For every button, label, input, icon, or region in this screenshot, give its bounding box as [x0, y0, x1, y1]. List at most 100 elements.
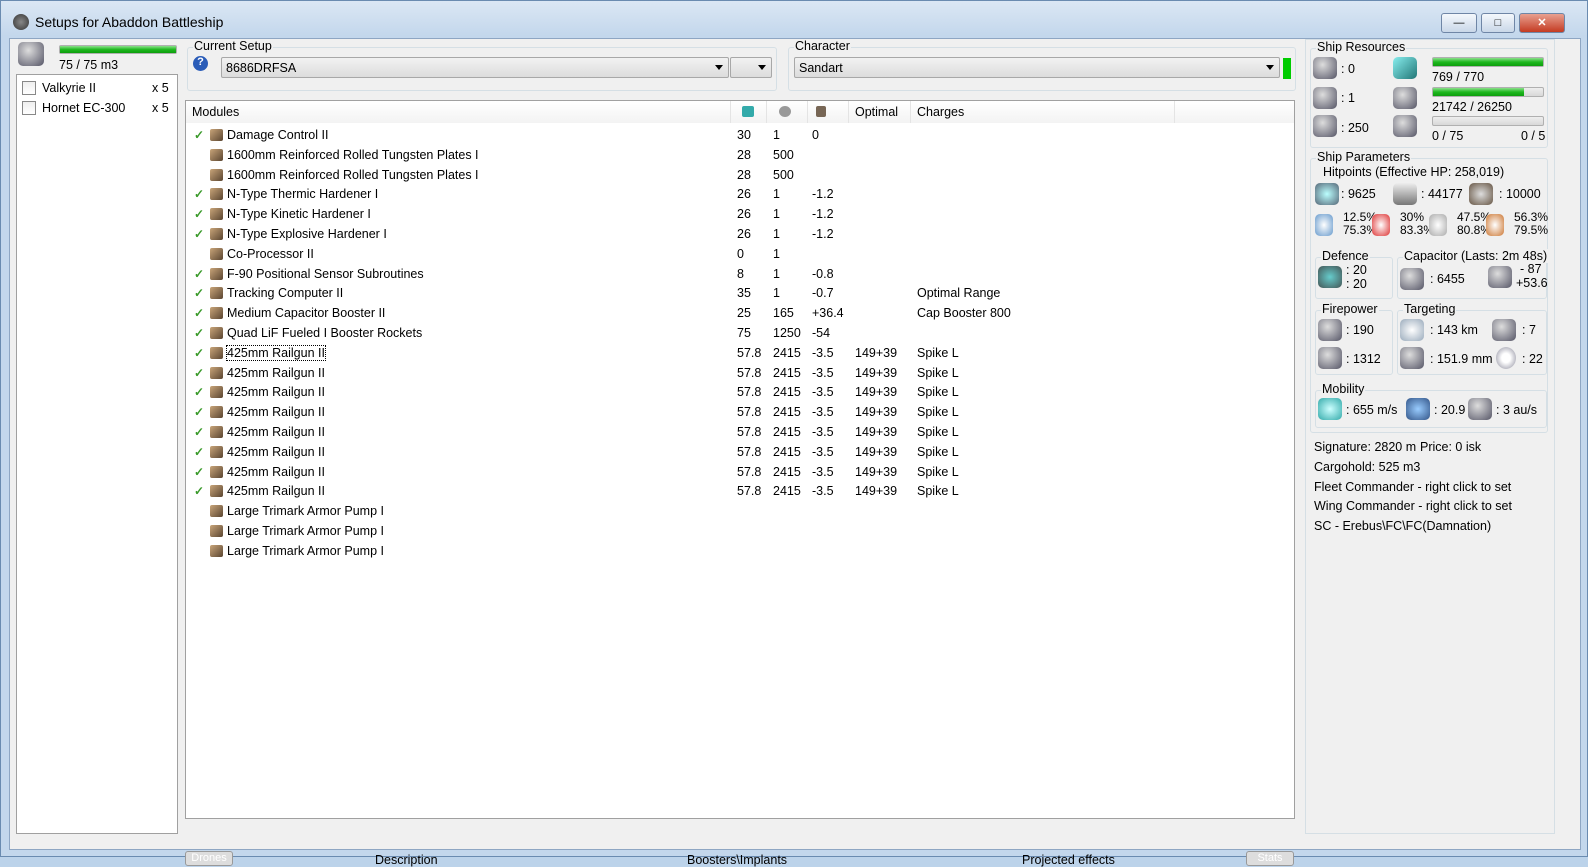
module-cpu: 75 — [737, 326, 751, 340]
module-charge[interactable]: Spike L — [917, 484, 959, 498]
active-check-icon[interactable]: ✓ — [194, 326, 204, 340]
module-row[interactable]: ✓ N-Type Thermic Hardener I 26 1 -1.2 — [186, 184, 1294, 204]
module-charge[interactable]: Optimal Range — [917, 286, 1000, 300]
module-row[interactable]: ✓ Damage Control II 30 1 0 — [186, 125, 1294, 145]
tab-description[interactable]: Description — [375, 853, 438, 867]
module-row[interactable]: ✓ 425mm Railgun II 57.8 2415 -3.5 149+39… — [186, 363, 1294, 383]
fleet-commander[interactable]: Fleet Commander - right click to set — [1314, 480, 1511, 494]
module-cpu: 26 — [737, 227, 751, 241]
drone-item[interactable]: Valkyrie II x 5 — [22, 80, 172, 98]
module-optimal: 149+39 — [855, 365, 898, 380]
drones-button[interactable]: Drones — [185, 851, 233, 866]
module-icon — [210, 287, 223, 300]
active-check-icon[interactable]: ✓ — [194, 445, 204, 459]
modules-list[interactable]: Modules Optimal Charges ✓ Damage Control… — [185, 100, 1295, 819]
module-row[interactable]: ✓ Medium Capacitor Booster II 25 165 +36… — [186, 303, 1294, 323]
setup-select[interactable]: 8686DRFSA — [221, 57, 729, 78]
module-name: N-Type Thermic Hardener I — [227, 187, 379, 202]
module-row[interactable]: ✓ 425mm Railgun II 57.8 2415 -3.5 149+39… — [186, 442, 1294, 462]
module-capacitor: -0.7 — [812, 286, 834, 301]
module-charge[interactable]: Spike L — [917, 445, 959, 459]
active-check-icon[interactable]: ✓ — [194, 227, 204, 241]
active-check-icon[interactable]: ✓ — [194, 207, 204, 221]
col-cpu[interactable] — [731, 101, 767, 123]
close-button[interactable]: ✕ — [1519, 13, 1565, 33]
module-row[interactable]: ✓ 425mm Railgun II 57.8 2415 -3.5 149+39… — [186, 481, 1294, 501]
drone-checkbox[interactable] — [22, 101, 36, 115]
module-row[interactable]: ✓ 425mm Railgun II 57.8 2415 -3.5 149+39… — [186, 402, 1294, 422]
drone-qty: x 5 — [152, 81, 169, 95]
help-icon[interactable]: ? — [193, 56, 208, 71]
ship-resources-group: Ship Resources : 0 : 1 : 250 769 / 770 2… — [1310, 40, 1548, 148]
mobility-label: Mobility — [1321, 382, 1366, 396]
module-row[interactable]: ✓ 425mm Railgun II 57.8 2415 -3.5 149+39… — [186, 462, 1294, 482]
col-optimal[interactable]: Optimal — [849, 101, 911, 123]
drone-item[interactable]: Hornet EC-300 x 5 — [22, 100, 172, 118]
speed-icon — [1318, 398, 1342, 420]
module-row[interactable]: ✓ Quad LiF Fueled I Booster Rockets 75 1… — [186, 323, 1294, 343]
targeting-group: Targeting : 143 km : 7 : 151.9 mm : 22 — [1397, 302, 1547, 375]
module-icon — [210, 445, 223, 458]
active-check-icon[interactable]: ✓ — [194, 187, 204, 201]
module-row[interactable]: ✓ Tracking Computer II 35 1 -0.7 Optimal… — [186, 283, 1294, 303]
squad-commander[interactable]: SC - Erebus\FC\FC(Damnation) — [1314, 519, 1491, 533]
maximize-button[interactable]: □ — [1481, 13, 1515, 33]
module-capacitor: -3.5 — [812, 345, 834, 360]
module-charge[interactable]: Spike L — [917, 425, 959, 439]
module-row[interactable]: ✓ 425mm Railgun II 57.8 2415 -3.5 149+39… — [186, 382, 1294, 402]
active-check-icon[interactable]: ✓ — [194, 306, 204, 320]
module-charge[interactable]: Spike L — [917, 346, 959, 360]
active-check-icon[interactable]: ✓ — [194, 484, 204, 498]
col-capacitor[interactable] — [808, 101, 849, 123]
drone-bay-capacity: : 250 — [1341, 121, 1369, 135]
ship-resources-label: Ship Resources — [1316, 40, 1407, 54]
drone-checkbox[interactable] — [22, 81, 36, 95]
col-powergrid[interactable] — [767, 101, 808, 123]
module-row[interactable]: ✓ 425mm Railgun II 57.8 2415 -3.5 149+39… — [186, 343, 1294, 363]
module-charge[interactable]: Cap Booster 800 — [917, 306, 1011, 320]
client-area: 75 / 75 m3 Valkyrie II x 5 Hornet EC-300… — [9, 38, 1581, 867]
tab-projected-effects[interactable]: Projected effects — [1022, 853, 1115, 867]
module-row[interactable]: ✓ N-Type Explosive Hardener I 26 1 -1.2 — [186, 224, 1294, 244]
module-row[interactable]: ✓ 425mm Railgun II 57.8 2415 -3.5 149+39… — [186, 422, 1294, 442]
module-row[interactable]: Large Trimark Armor Pump I — [186, 501, 1294, 521]
active-check-icon[interactable]: ✓ — [194, 385, 204, 399]
module-charge[interactable]: Spike L — [917, 405, 959, 419]
drone-list[interactable]: Valkyrie II x 5 Hornet EC-300 x 5 — [16, 74, 178, 834]
window: Setups for Abaddon Battleship — □ ✕ 75 /… — [0, 0, 1588, 867]
active-check-icon[interactable]: ✓ — [194, 465, 204, 479]
active-check-icon[interactable]: ✓ — [194, 346, 204, 360]
module-row[interactable]: Large Trimark Armor Pump I — [186, 541, 1294, 561]
active-check-icon[interactable]: ✓ — [194, 425, 204, 439]
col-charges[interactable]: Charges — [911, 101, 1175, 123]
stats-button[interactable]: Stats — [1246, 851, 1294, 866]
module-icon — [210, 465, 223, 478]
module-powergrid: 2415 — [773, 444, 801, 459]
module-row[interactable]: 1600mm Reinforced Rolled Tungsten Plates… — [186, 165, 1294, 185]
module-charge[interactable]: Spike L — [917, 385, 959, 399]
character-select[interactable]: Sandart — [794, 57, 1280, 78]
drone-name: Hornet EC-300 — [42, 101, 126, 115]
active-check-icon[interactable]: ✓ — [194, 405, 204, 419]
stats-panel: Ship Resources : 0 : 1 : 250 769 / 770 2… — [1305, 39, 1555, 834]
setup-actions-button[interactable] — [730, 57, 772, 78]
module-row[interactable]: ✓ N-Type Kinetic Hardener I 26 1 -1.2 — [186, 204, 1294, 224]
active-check-icon[interactable]: ✓ — [194, 128, 204, 142]
module-charge[interactable]: Spike L — [917, 465, 959, 479]
wing-commander[interactable]: Wing Commander - right click to set — [1314, 499, 1512, 513]
module-icon — [210, 485, 223, 498]
module-cpu: 57.8 — [737, 484, 762, 499]
module-row[interactable]: Large Trimark Armor Pump I — [186, 521, 1294, 541]
col-modules[interactable]: Modules — [186, 101, 731, 123]
active-check-icon[interactable]: ✓ — [194, 366, 204, 380]
module-row[interactable]: ✓ F-90 Positional Sensor Subroutines 8 1… — [186, 264, 1294, 284]
module-row[interactable]: Co-Processor II 0 1 — [186, 244, 1294, 264]
module-cpu: 28 — [737, 147, 751, 162]
module-powergrid: 1 — [773, 266, 780, 281]
module-row[interactable]: 1600mm Reinforced Rolled Tungsten Plates… — [186, 145, 1294, 165]
active-check-icon[interactable]: ✓ — [194, 286, 204, 300]
tab-boosters-implants[interactable]: Boosters\Implants — [687, 853, 787, 867]
module-charge[interactable]: Spike L — [917, 366, 959, 380]
active-check-icon[interactable]: ✓ — [194, 267, 204, 281]
minimize-button[interactable]: — — [1441, 13, 1477, 33]
